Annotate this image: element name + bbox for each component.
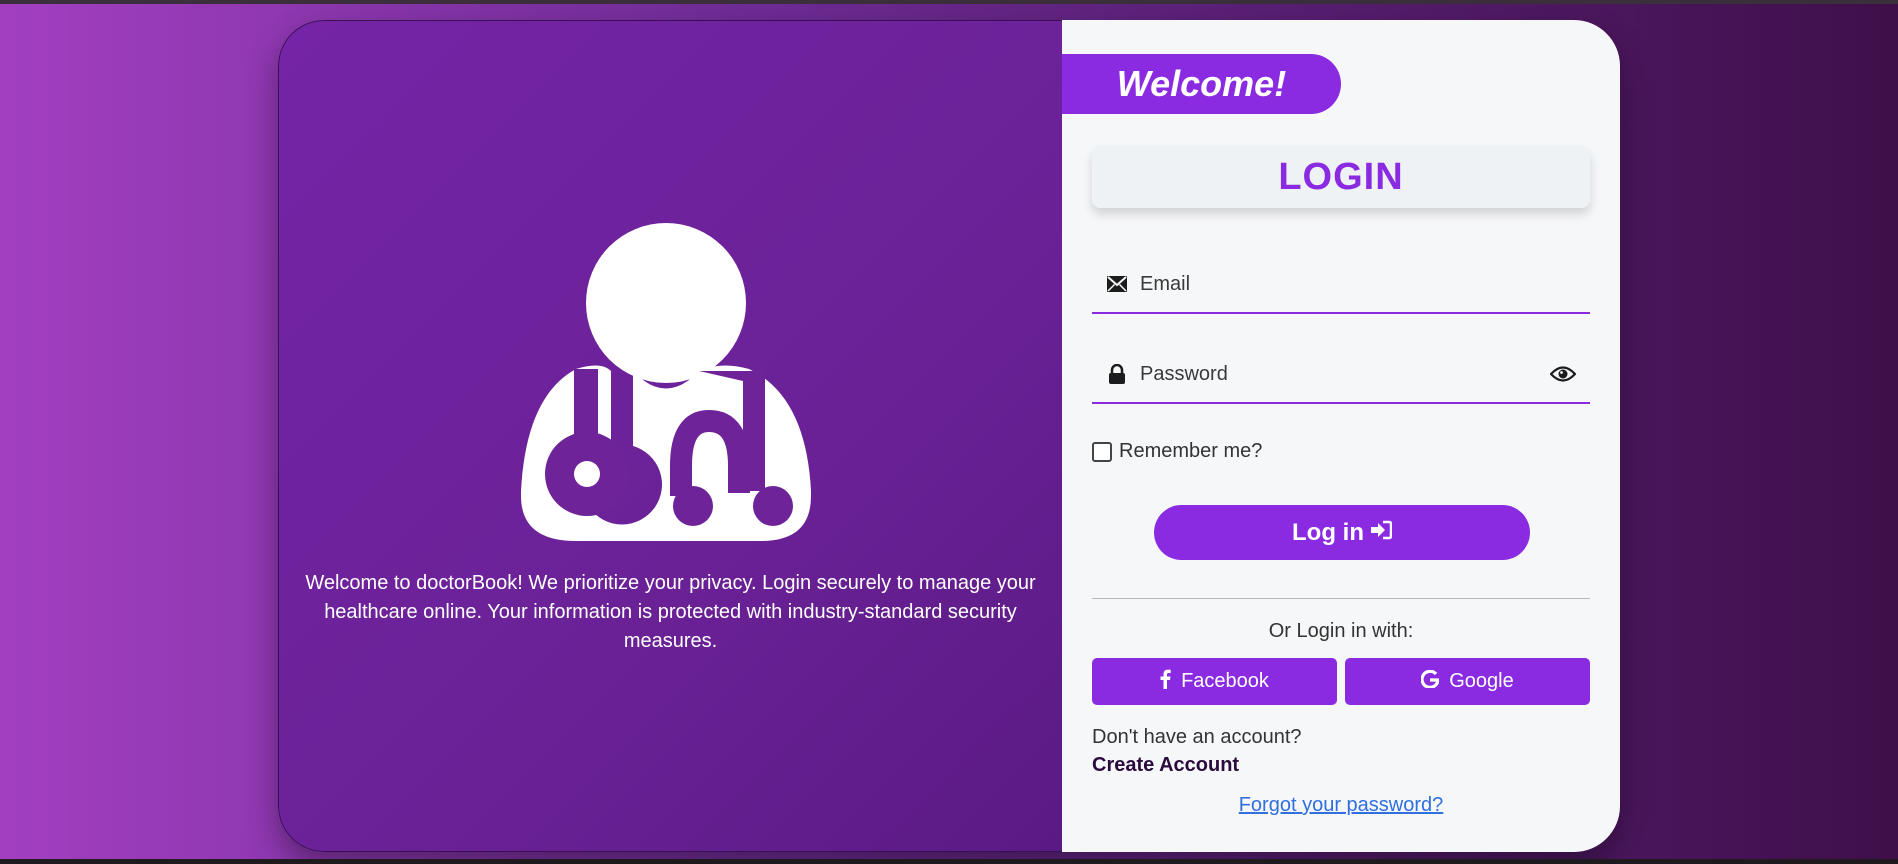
eye-icon[interactable]: [1550, 363, 1576, 385]
login-heading: LOGIN: [1092, 146, 1590, 208]
google-label: Google: [1449, 670, 1514, 692]
intro-panel: Welcome to doctorBook! We prioritize you…: [278, 20, 1062, 852]
remember-me-checkbox[interactable]: [1092, 441, 1112, 462]
remember-me-label: Remember me?: [1119, 440, 1263, 462]
sign-in-icon: [1370, 519, 1393, 547]
forgot-password-link[interactable]: Forgot your password?: [1092, 794, 1590, 817]
doctor-with-stethoscope-icon: [521, 223, 811, 541]
window-bottom-edge: [0, 859, 1898, 864]
google-icon: [1420, 669, 1440, 694]
login-panel: Welcome! LOGIN Email Remember me? Log in…: [1062, 20, 1620, 852]
facebook-label: Facebook: [1181, 670, 1269, 692]
login-card: Welcome to doctorBook! We prioritize you…: [278, 20, 1620, 852]
password-input[interactable]: [1138, 361, 1550, 387]
social-login-prompt: Or Login in with:: [1268, 620, 1414, 642]
create-account-link[interactable]: Create Account: [1092, 754, 1239, 777]
lock-icon: [1106, 363, 1128, 385]
email-field[interactable]: [1092, 256, 1590, 314]
login-button-label: Log in: [1292, 518, 1364, 546]
facebook-login-button[interactable]: Facebook: [1092, 658, 1337, 705]
envelope-icon: [1106, 273, 1128, 295]
divider: [1092, 598, 1590, 599]
google-login-button[interactable]: Google: [1345, 658, 1590, 705]
facebook-icon: [1160, 669, 1171, 695]
password-field[interactable]: [1092, 346, 1590, 404]
welcome-description: Welcome to doctorBook! We prioritize you…: [305, 572, 1036, 652]
no-account-text: Don't have an account?: [1092, 726, 1302, 748]
email-input[interactable]: [1138, 271, 1590, 297]
login-button[interactable]: Log in: [1154, 505, 1530, 560]
remember-me[interactable]: Remember me?: [1092, 440, 1262, 463]
welcome-label: Welcome!: [1062, 54, 1341, 114]
